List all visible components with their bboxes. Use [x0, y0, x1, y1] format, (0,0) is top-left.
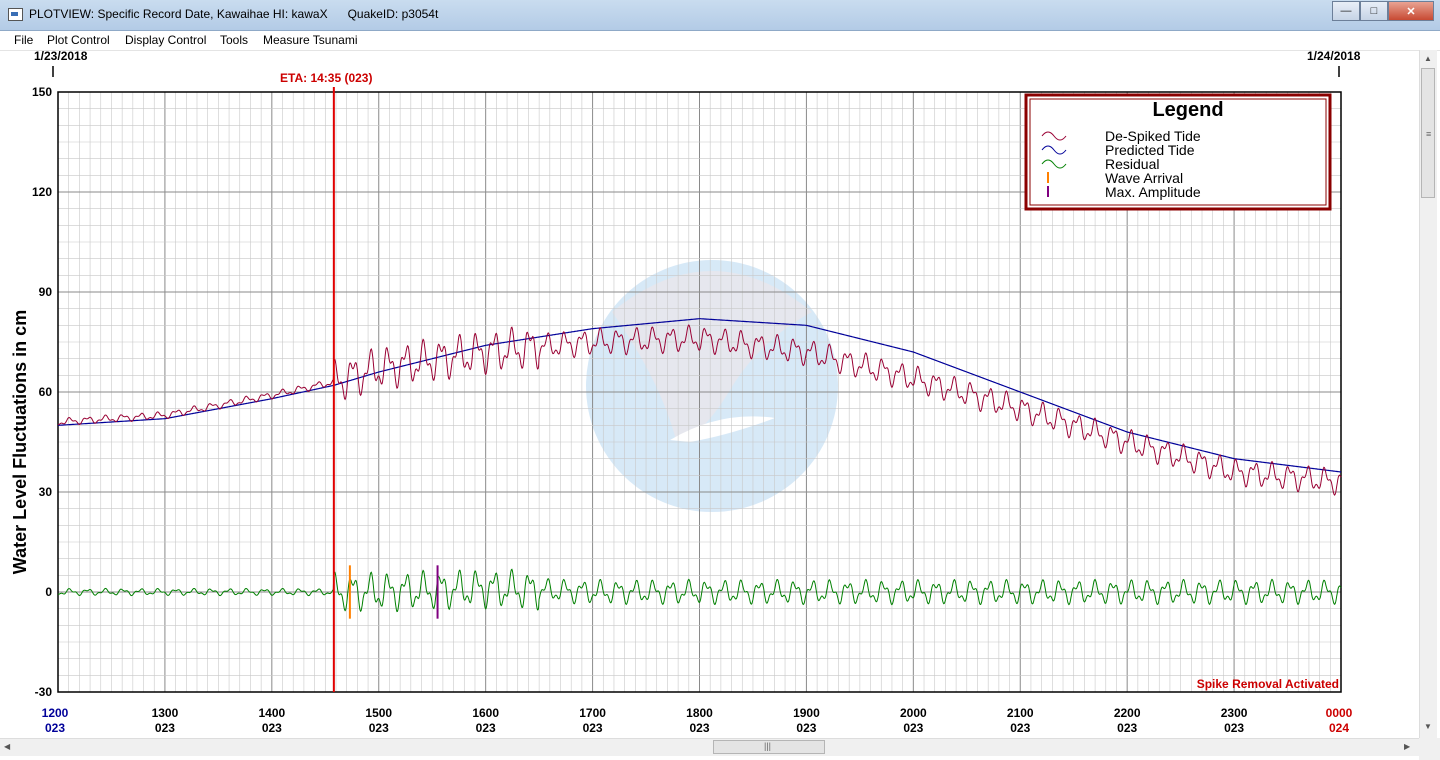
x-tick-day: 023 [45, 721, 65, 735]
grip-icon: ||| [764, 741, 772, 751]
x-tick-day: 023 [262, 721, 282, 735]
scroll-down-icon[interactable]: ▼ [1424, 722, 1432, 731]
x-tick-time: 0000 [1326, 706, 1353, 720]
x-tick-day: 023 [903, 721, 923, 735]
x-tick-time: 1500 [365, 706, 392, 720]
vertical-scrollbar[interactable]: ▲ ≡ ▼ [1419, 50, 1437, 738]
menu-bar: File Plot Control Display Control Tools … [0, 31, 1440, 51]
close-icon[interactable]: ✕ [1388, 1, 1434, 21]
x-tick-time: 1300 [152, 706, 179, 720]
scroll-left-icon[interactable]: ◀ [4, 742, 10, 751]
y-tick-label: 90 [39, 285, 53, 299]
eta-label: ETA: 14:35 (023) [280, 71, 372, 85]
title-bar: PLOTVIEW: Specific Record Date, Kawaihae… [0, 0, 1440, 31]
menu-file[interactable]: File [14, 33, 33, 47]
y-tick-label: 150 [32, 85, 52, 99]
x-tick-day: 023 [796, 721, 816, 735]
x-tick-time: 1700 [579, 706, 606, 720]
x-tick-day: 023 [369, 721, 389, 735]
scroll-up-icon[interactable]: ▲ [1424, 54, 1432, 63]
menu-tools[interactable]: Tools [220, 33, 248, 47]
x-tick-day: 023 [1010, 721, 1030, 735]
date-left: 1/23/2018 [34, 50, 88, 63]
horizontal-scrollbar[interactable]: ◀ ||| ▶ [0, 738, 1419, 756]
scroll-right-icon[interactable]: ▶ [1404, 742, 1410, 751]
grip-icon: ≡ [1426, 129, 1432, 139]
legend-item-label: Max. Amplitude [1105, 184, 1201, 200]
date-right: 1/24/2018 [1307, 50, 1361, 63]
horizontal-scroll-thumb[interactable]: ||| [713, 740, 825, 754]
y-tick-label: 120 [32, 185, 52, 199]
y-tick-label: -30 [35, 685, 53, 699]
x-tick-day: 023 [155, 721, 175, 735]
legend: Legend De-Spiked TidePredicted TideResid… [1024, 93, 1332, 211]
maximize-icon[interactable]: □ [1360, 1, 1388, 21]
x-axis: 1200023130002314000231500023160002317000… [42, 706, 1353, 735]
x-tick-time: 1800 [686, 706, 713, 720]
menu-display-control[interactable]: Display Control [125, 33, 206, 47]
y-tick-label: 0 [45, 585, 52, 599]
tide-plot: 1501209060300-30 12000231300023140002315… [10, 50, 1361, 735]
y-axis-label: Water Level Fluctuations in cm [10, 310, 30, 574]
x-tick-time: 2200 [1114, 706, 1141, 720]
x-tick-time: 1600 [472, 706, 499, 720]
window-title: PLOTVIEW: Specific Record Date, Kawaihae… [29, 7, 439, 21]
spike-removal-status: Spike Removal Activated [1197, 677, 1339, 691]
x-tick-time: 2300 [1221, 706, 1248, 720]
x-tick-day: 024 [1329, 721, 1349, 735]
menu-plot-control[interactable]: Plot Control [47, 33, 110, 47]
window-controls: — □ ✕ [1332, 1, 1434, 21]
x-tick-time: 1200 [42, 706, 69, 720]
y-axis: 150 120 90 60 30 0 -30 [32, 85, 52, 699]
x-tick-time: 1900 [793, 706, 820, 720]
x-tick-day: 023 [689, 721, 709, 735]
y-tick-label: 30 [39, 485, 53, 499]
menu-measure-tsunami[interactable]: Measure Tsunami [263, 33, 358, 47]
x-tick-time: 1400 [258, 706, 285, 720]
x-tick-day: 023 [583, 721, 603, 735]
scrollbar-corner [1419, 738, 1440, 760]
legend-title: Legend [1152, 99, 1223, 121]
minimize-icon[interactable]: — [1332, 1, 1360, 21]
x-tick-day: 023 [1117, 721, 1137, 735]
x-tick-day: 023 [1224, 721, 1244, 735]
app-icon[interactable] [8, 8, 23, 21]
noaa-watermark-logo [586, 260, 838, 512]
x-tick-time: 2100 [1007, 706, 1034, 720]
y-tick-label: 60 [39, 385, 53, 399]
vertical-scroll-thumb[interactable]: ≡ [1421, 68, 1435, 198]
x-tick-time: 2000 [900, 706, 927, 720]
x-tick-day: 023 [476, 721, 496, 735]
